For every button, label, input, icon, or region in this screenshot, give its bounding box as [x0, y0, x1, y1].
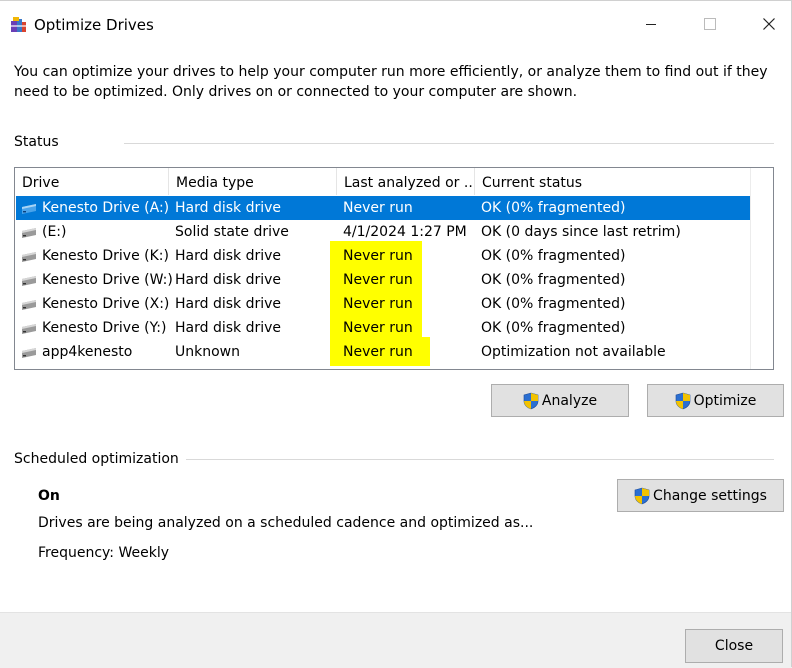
drive-name-cell: app4kenesto	[42, 344, 133, 360]
change-settings-button-label: Change settings	[653, 487, 767, 504]
optimize-button-label: Optimize	[693, 392, 757, 409]
close-button-label: Close	[714, 638, 754, 654]
optimize-button[interactable]: Optimize	[647, 384, 784, 417]
scheduled-section-label: Scheduled optimization	[14, 451, 179, 467]
drive-icon	[22, 276, 36, 286]
current-status-cell: OK (0% fragmented)	[481, 200, 626, 216]
close-icon	[763, 18, 775, 30]
schedule-frequency: Frequency: Weekly	[38, 545, 170, 561]
drive-icon	[22, 348, 36, 358]
media-type-cell: Solid state drive	[175, 224, 289, 240]
defrag-app-icon	[11, 17, 26, 32]
uac-shield-icon	[634, 487, 650, 504]
column-header-media-type[interactable]: Media type	[169, 168, 337, 195]
title-bar[interactable]: Optimize Drives	[0, 0, 792, 48]
media-type-cell: Hard disk drive	[175, 296, 282, 312]
current-status-cell: OK (0% fragmented)	[481, 320, 626, 336]
minimize-button[interactable]	[622, 0, 680, 48]
scheduled-divider	[186, 459, 774, 460]
drive-list[interactable]: Drive Media type Last analyzed or ... Cu…	[14, 167, 774, 370]
drive-row[interactable]: app4kenesto Unknown Never run Optimization …	[16, 337, 752, 366]
last-analyzed-cell: Never run	[343, 344, 413, 360]
schedule-state: On	[38, 488, 60, 504]
media-type-cell: Unknown	[175, 344, 240, 360]
current-status-cell: OK (0% fragmented)	[481, 296, 626, 312]
window-title: Optimize Drives	[34, 16, 154, 34]
drive-name-cell: Kenesto Drive (W:)	[42, 272, 172, 288]
analyze-button-label: Analyze	[541, 392, 598, 409]
current-status-cell: OK (0% fragmented)	[481, 248, 626, 264]
drive-icon	[22, 300, 36, 310]
drive-name-cell: Kenesto Drive (Y:)	[42, 320, 167, 336]
drive-name-cell: Kenesto Drive (K:)	[42, 248, 169, 264]
column-header-current-status[interactable]: Current status	[475, 168, 751, 195]
drive-icon	[22, 252, 36, 262]
drive-row[interactable]: Kenesto Drive (A:) Hard disk drive Never r…	[16, 196, 752, 220]
column-header-drive[interactable]: Drive	[15, 168, 169, 195]
close-button[interactable]: Close	[685, 629, 783, 663]
maximize-icon	[704, 18, 716, 30]
vertical-scrollbar[interactable]	[750, 168, 773, 369]
schedule-description: Drives are being analyzed on a scheduled…	[38, 515, 534, 531]
drive-icon	[22, 228, 36, 238]
current-status-cell: OK (0 days since last retrim)	[481, 224, 681, 240]
media-type-cell: Hard disk drive	[175, 272, 282, 288]
current-status-cell: Optimization not available	[481, 344, 666, 360]
current-status-cell: OK (0% fragmented)	[481, 272, 626, 288]
media-type-cell: Hard disk drive	[175, 248, 282, 264]
drive-name-cell: Kenesto Drive (A:)	[42, 200, 170, 216]
column-header-last-analyzed[interactable]: Last analyzed or ...	[337, 168, 475, 195]
status-section-label: Status	[14, 134, 59, 150]
media-type-cell: Hard disk drive	[175, 320, 282, 336]
dialog-footer: Close	[0, 612, 792, 668]
intro-text: You can optimize your drives to help you…	[14, 64, 768, 100]
drive-list-header: Drive Media type Last analyzed or ... Cu…	[15, 168, 751, 195]
network-drive-icon	[22, 204, 36, 214]
drive-name-cell: (E:)	[42, 224, 67, 240]
close-window-button[interactable]	[740, 0, 792, 48]
uac-shield-icon	[675, 392, 690, 409]
uac-shield-icon	[523, 392, 539, 409]
last-analyzed-cell: Never run	[343, 200, 413, 216]
media-type-cell: Hard disk drive	[175, 200, 282, 216]
analyze-button[interactable]: Analyze	[491, 384, 629, 417]
optimize-drives-window: Optimize Drives You can optimize your dr…	[0, 0, 792, 668]
status-divider	[124, 143, 774, 144]
minimize-icon	[646, 24, 656, 25]
change-settings-button[interactable]: Change settings	[617, 479, 784, 512]
drive-name-cell: Kenesto Drive (X:)	[42, 296, 170, 312]
maximize-button[interactable]	[681, 0, 739, 48]
drive-icon	[22, 324, 36, 334]
